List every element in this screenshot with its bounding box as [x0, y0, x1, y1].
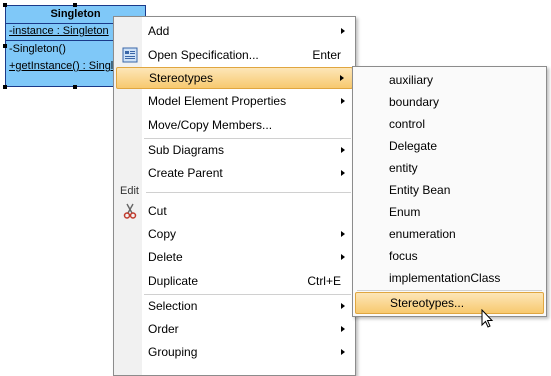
stereotype-item[interactable]: control [355, 113, 544, 135]
menu-item-label: Grouping [148, 345, 198, 359]
menu-item-stereotypes[interactable]: Stereotypes [116, 67, 353, 89]
submenu-arrow-icon [341, 349, 345, 355]
stereotype-item[interactable]: entity [355, 157, 544, 179]
menu-item-grouping[interactable]: Grouping [116, 341, 353, 363]
stereotype-label: Enum [389, 205, 421, 219]
stereotype-item[interactable]: Enum [355, 201, 544, 223]
stereotype-label: Delegate [389, 139, 438, 153]
shortcut-label: Ctrl+E [307, 274, 341, 288]
menu-item-label: Copy [148, 227, 177, 241]
submenu-arrow-icon [341, 98, 345, 104]
menu-item-move-copy-members[interactable]: Move/Copy Members... [116, 114, 353, 136]
submenu-arrow-icon [341, 147, 345, 153]
menu-item-label: Order [148, 322, 179, 336]
menu-item-label: Selection [148, 299, 198, 313]
menu-item-label: Add [148, 24, 170, 38]
stereotype-label: auxiliary [389, 73, 434, 87]
menu-item-add[interactable]: Add [116, 20, 353, 42]
stereotype-item[interactable]: boundary [355, 91, 544, 113]
menu-item-sub-diagrams[interactable]: Sub Diagrams [116, 139, 353, 161]
stereotype-label: Stereotypes... [390, 296, 465, 310]
menu-item-model-element-properties[interactable]: Model Element Properties [116, 90, 353, 112]
menu-item-label: Open Specification... [148, 48, 259, 62]
stereotype-item[interactable]: implementationClass [355, 267, 544, 289]
selection-handle[interactable] [3, 3, 7, 7]
menu-group-line [146, 192, 351, 193]
menu-separator [357, 290, 542, 291]
menu-item-label: Delete [148, 250, 183, 264]
menu-item-label: Sub Diagrams [148, 143, 225, 157]
stereotype-label: control [389, 117, 426, 131]
menu-item-copy[interactable]: Copy [116, 223, 353, 245]
stereotype-label: implementationClass [389, 271, 501, 285]
submenu-arrow-icon [341, 254, 345, 260]
menu-item-duplicate[interactable]: Duplicate Ctrl+E [116, 270, 353, 292]
stereotypes-more-item[interactable]: Stereotypes... [355, 292, 544, 314]
submenu-arrow-icon [341, 28, 345, 34]
stereotype-item[interactable]: auxiliary [355, 69, 544, 91]
submenu-arrow-icon [341, 231, 345, 237]
menu-item-label: Model Element Properties [148, 94, 287, 108]
submenu-arrow-icon [341, 303, 345, 309]
submenu-arrow-icon [341, 170, 345, 176]
stereotype-label: entity [389, 161, 418, 175]
stereotype-item[interactable]: Entity Bean [355, 179, 544, 201]
menu-item-label: Create Parent [148, 166, 223, 180]
stereotype-item[interactable]: focus [355, 245, 544, 267]
stereotypes-submenu: auxiliary boundary control Delegate enti… [352, 66, 547, 317]
selection-handle[interactable] [3, 85, 7, 89]
submenu-arrow-icon [340, 75, 344, 81]
menu-item-cut[interactable]: Cut [116, 200, 353, 222]
selection-handle[interactable] [73, 85, 77, 89]
context-menu: Add Open Specification... Enter Stereoty… [113, 16, 356, 376]
selection-handle[interactable] [3, 44, 7, 48]
menu-item-delete[interactable]: Delete [116, 246, 353, 268]
menu-group-label-edit: Edit [120, 185, 139, 197]
stereotype-label: focus [389, 249, 418, 263]
stereotype-label: enumeration [389, 227, 456, 241]
stereotype-label: Entity Bean [389, 183, 451, 197]
menu-item-label: Duplicate [148, 274, 199, 288]
menu-item-create-parent[interactable]: Create Parent [116, 162, 353, 184]
selection-handle[interactable] [73, 3, 77, 7]
menu-item-label: Stereotypes [149, 71, 214, 85]
scissors-icon [123, 203, 137, 219]
menu-item-label: Move/Copy Members... [148, 118, 273, 132]
stereotype-item[interactable]: enumeration [355, 223, 544, 245]
shortcut-label: Enter [312, 48, 341, 62]
specification-icon [122, 47, 138, 63]
stereotype-label: boundary [389, 95, 440, 109]
submenu-arrow-icon [341, 326, 345, 332]
menu-item-open-specification[interactable]: Open Specification... Enter [116, 44, 353, 66]
stereotype-item[interactable]: Delegate [355, 135, 544, 157]
menu-item-order[interactable]: Order [116, 318, 353, 340]
menu-item-label: Cut [148, 204, 167, 218]
menu-item-selection[interactable]: Selection [116, 295, 353, 317]
mouse-cursor-icon [481, 309, 494, 328]
